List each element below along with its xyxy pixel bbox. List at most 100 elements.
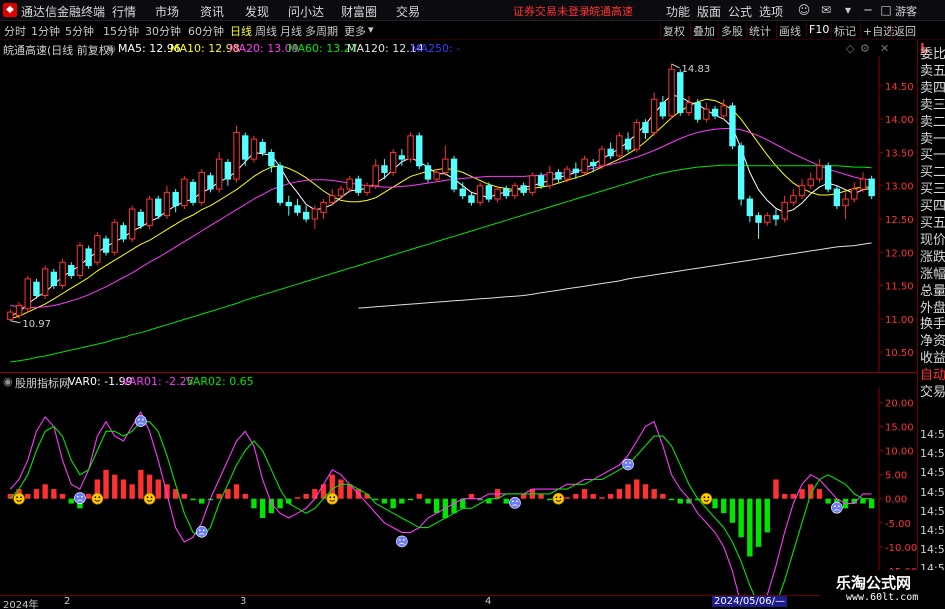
login-warning[interactable]: 证券交易未登录 — [513, 3, 590, 19]
period-tab[interactable]: 多周期 — [305, 23, 338, 39]
chart-menu-icon[interactable]: ⚙ — [860, 42, 870, 55]
tick-time: 14:56 — [920, 504, 945, 518]
menu-item-trade[interactable]: 交易 — [396, 3, 420, 20]
candle — [703, 102, 710, 123]
quote-field-label[interactable]: 卖三 — [920, 98, 945, 114]
mail-icon[interactable]: ✉ — [818, 2, 834, 18]
quote-field-label[interactable]: 现价 — [920, 233, 945, 249]
candle — [224, 159, 232, 186]
ind-y-tick-label: -5.00 — [885, 519, 911, 530]
period-tab[interactable]: 15分钟 — [103, 23, 139, 39]
quote-field-label[interactable]: 外盘 — [920, 301, 945, 317]
price-chart[interactable]: 14.50 14.00 13.50 13.00 12.50 12.00 11.50 11.00… — [0, 56, 917, 372]
candle-body-down — [607, 148, 614, 157]
candle — [642, 119, 649, 140]
candle-body-up — [685, 102, 693, 114]
watermark-title: 乐淘公式网 — [836, 574, 912, 592]
toolbar-restore-rights[interactable]: 复权 — [660, 23, 687, 39]
toolbar-multi-stock[interactable]: 多股 — [718, 23, 745, 39]
quote-field-label[interactable]: 总量 — [920, 284, 945, 300]
sad-face-icon — [622, 458, 634, 471]
candle — [511, 182, 519, 200]
ind-bar-green — [190, 498, 196, 501]
minimize-icon[interactable]: ─ — [860, 2, 876, 18]
quote-field-label[interactable]: 收益 — [920, 351, 945, 367]
toolbar-draw[interactable]: 画线 — [776, 23, 803, 39]
menu-item-wealth[interactable]: 财富圈 — [341, 3, 377, 20]
quote-field-label[interactable]: 买二 — [920, 165, 945, 181]
menu-item-discover[interactable]: 发现 — [245, 3, 269, 20]
quote-field-label[interactable]: 卖一 — [920, 132, 945, 148]
quote-field-label[interactable]: 涨幅 — [920, 267, 945, 283]
quote-field-label[interactable]: 买四 — [920, 199, 945, 215]
period-tab-more[interactable]: 更多 — [344, 23, 366, 39]
y-tick-label: 13.50 — [885, 148, 914, 159]
quote-field-label[interactable]: 买三 — [920, 182, 945, 198]
chart-close-icon[interactable]: ✕ — [880, 42, 889, 55]
auto-trade-label[interactable]: 交易 — [920, 385, 945, 401]
quote-field-label[interactable]: 卖四 — [920, 81, 945, 97]
menu-item-market[interactable]: 市场 — [155, 3, 179, 20]
toolbar-stats[interactable]: 统计 — [746, 23, 773, 39]
candle — [476, 182, 484, 206]
tool-formula[interactable]: 公式 — [728, 3, 752, 20]
quote-field-label[interactable]: 卖二 — [920, 115, 945, 131]
period-tab-daily[interactable]: 日线 — [230, 23, 252, 39]
candle-body-up — [816, 165, 823, 180]
pane-divider[interactable] — [0, 372, 917, 373]
quote-field-label[interactable]: 卖五 — [920, 64, 945, 80]
period-tab[interactable]: 分时 — [4, 23, 26, 39]
face-eye — [559, 496, 562, 499]
sad-face-disc — [509, 497, 521, 509]
period-tab[interactable]: 5分钟 — [65, 23, 94, 39]
menu-item-news[interactable]: 资讯 — [200, 3, 224, 20]
quote-field-label[interactable]: 买五 — [920, 216, 945, 232]
quote-field-label[interactable]: 换手 — [920, 317, 945, 333]
face-eye — [402, 539, 405, 541]
candle-body-down — [381, 165, 388, 173]
quote-field-label[interactable]: 委比 — [920, 47, 945, 63]
toolbar-overlay[interactable]: 叠加 — [690, 23, 717, 39]
indicator-toggle-icon[interactable]: ◉ — [3, 375, 13, 388]
ind-bar-red — [416, 493, 422, 499]
happy-face-icon — [91, 492, 104, 505]
indicator-legend: ◉ 股朋指标网 VAR0: -1.99 VAR01: -2.25 VAR02: … — [0, 374, 880, 390]
candle — [250, 135, 258, 163]
candle-body-up — [41, 268, 49, 296]
user-icon[interactable]: ☺ — [796, 2, 812, 18]
quote-field-label[interactable]: 买一 — [920, 148, 945, 164]
candle-body-down — [590, 161, 597, 167]
toolbar-f10[interactable]: F10 — [806, 23, 831, 36]
menu-item-quotes[interactable]: 行情 — [112, 3, 136, 20]
tool-layout[interactable]: 版面 — [697, 3, 721, 20]
tool-function[interactable]: 功能 — [666, 3, 690, 20]
candle — [868, 175, 875, 200]
face-eye — [77, 495, 79, 498]
more-arrow-icon[interactable]: ▾ — [368, 23, 374, 36]
menu-item-ask[interactable]: 问小达 — [288, 3, 324, 20]
legend-toggle-icon[interactable]: ◉ — [106, 42, 116, 55]
candle-body-down — [416, 135, 423, 167]
sad-face-disc — [135, 415, 147, 427]
tool-options[interactable]: 选项 — [759, 3, 783, 20]
maximize-icon[interactable]: □ — [878, 2, 894, 18]
dropdown-icon[interactable]: ▾ — [840, 2, 856, 18]
title-bar: ◆ 通达信金融终端 行情 市场 资讯 发现 问小达 财富圈 交易 证券交易未登录… — [0, 0, 945, 21]
period-tab[interactable]: 周线 — [255, 23, 277, 39]
high-price-label: 14.83 — [682, 64, 711, 75]
toolbar-mark[interactable]: 标记 — [831, 23, 858, 39]
guest-label[interactable]: 游客 — [895, 3, 917, 19]
quote-field-label[interactable]: 涨跌 — [920, 250, 945, 266]
chart-diamond-icon[interactable]: ◇ — [846, 42, 854, 55]
auto-trade-label[interactable]: 自动 — [920, 368, 945, 384]
indicator-chart[interactable]: 20.0015.0010.005.000.00-5.00-10.00-15.00 — [0, 388, 917, 595]
candle-body-down — [355, 178, 362, 193]
sad-face-icon — [135, 415, 147, 427]
period-tab[interactable]: 30分钟 — [145, 23, 181, 39]
quote-field-label[interactable]: 净资 — [920, 334, 945, 350]
period-tab[interactable]: 月线 — [280, 23, 302, 39]
toolbar-back[interactable]: 返回 — [891, 23, 918, 39]
period-tab[interactable]: 1分钟 — [31, 23, 60, 39]
sad-face-disc — [396, 535, 408, 548]
period-tab[interactable]: 60分钟 — [188, 23, 224, 39]
